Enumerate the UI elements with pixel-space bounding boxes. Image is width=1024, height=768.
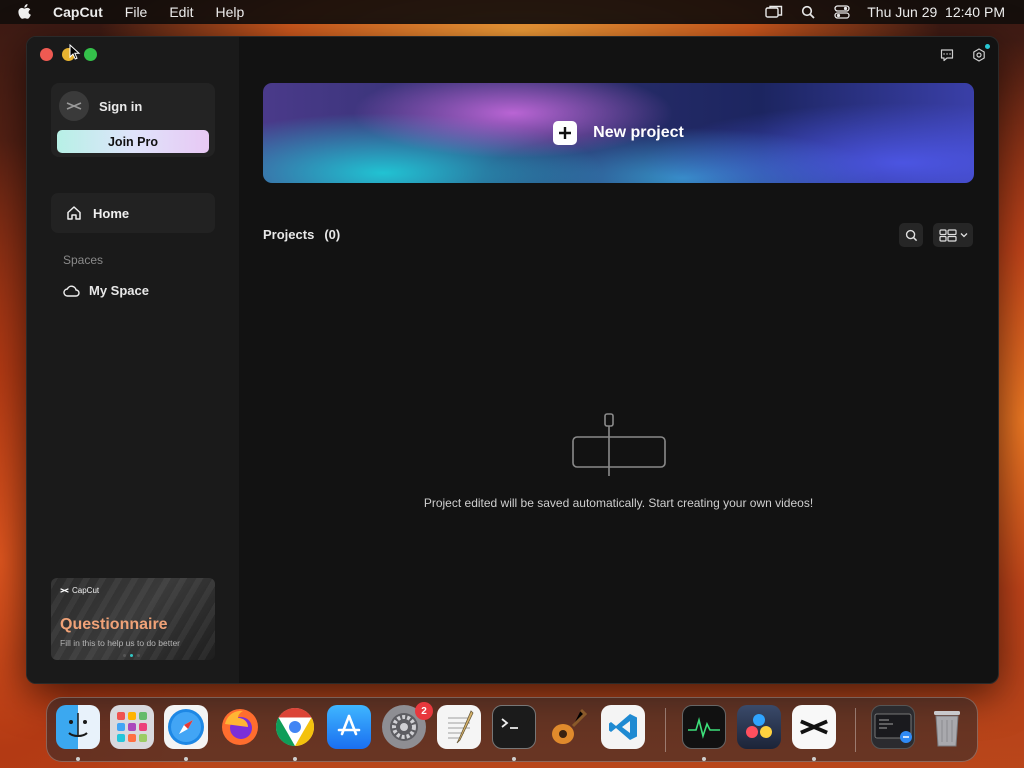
search-icon xyxy=(905,229,917,241)
help-menu[interactable]: Help xyxy=(215,4,244,20)
settings-gear-icon[interactable] xyxy=(972,44,990,62)
dock-launchpad[interactable] xyxy=(110,705,154,749)
apple-menu-icon[interactable] xyxy=(17,3,37,21)
dock-separator xyxy=(855,708,856,752)
new-project-label: New project xyxy=(593,124,684,141)
carousel-dot-active[interactable] xyxy=(130,654,133,657)
carousel-dot[interactable] xyxy=(137,654,140,657)
sidebar-item-label: My Space xyxy=(89,283,149,298)
menubar-clock[interactable]: Thu Jun 29 12:40 PM xyxy=(867,4,1005,20)
dock-davinci-resolve[interactable] xyxy=(737,705,781,749)
sidebar-item-label: Home xyxy=(93,205,130,221)
mouse-cursor-icon xyxy=(69,44,81,60)
dock: 2 xyxy=(46,697,978,762)
menu-bar: CapCut File Edit Help Thu Jun 29 12:40 P… xyxy=(0,0,1024,24)
notification-dot xyxy=(985,44,990,49)
chrome-icon xyxy=(275,707,315,747)
app-name-menu[interactable]: CapCut xyxy=(53,4,103,20)
carousel-dot[interactable] xyxy=(123,654,126,657)
finder-icon xyxy=(68,713,88,737)
running-indicator xyxy=(293,757,297,761)
chevron-down-icon xyxy=(960,233,967,238)
spaces-section-title: Spaces xyxy=(63,253,104,267)
sidebar: Sign in Join Pro Home Spaces My Space Ca… xyxy=(27,37,239,683)
sign-in-link[interactable]: Sign in xyxy=(99,99,142,114)
projects-count: (0) xyxy=(324,227,341,242)
screen-mirror-icon[interactable] xyxy=(765,4,783,20)
capcut-window: Sign in Join Pro Home Spaces My Space Ca… xyxy=(26,36,999,684)
search-projects-button[interactable] xyxy=(899,223,923,247)
dock-activity-monitor[interactable] xyxy=(682,705,726,749)
running-indicator xyxy=(702,757,706,761)
dock-app-store[interactable] xyxy=(327,705,371,749)
davinci-resolve-icon xyxy=(746,714,772,738)
projects-header: Projects (0) xyxy=(263,227,340,242)
capcut-icon xyxy=(800,719,828,735)
terminal-icon xyxy=(501,718,518,729)
dock-vscode[interactable] xyxy=(601,705,645,749)
edit-menu[interactable]: Edit xyxy=(169,4,193,20)
textedit-icon xyxy=(448,710,474,744)
account-card: Sign in Join Pro xyxy=(51,83,215,157)
grid-view-icon xyxy=(938,228,957,242)
dock-separator xyxy=(665,708,666,752)
close-window-button[interactable] xyxy=(40,48,53,61)
notification-badge: 2 xyxy=(415,702,433,720)
capcut-logo: CapCut xyxy=(60,586,99,595)
screenshot-thumbnail-icon xyxy=(874,713,912,743)
running-indicator xyxy=(812,757,816,761)
zoom-window-button[interactable] xyxy=(84,48,97,61)
spotlight-search-icon[interactable] xyxy=(799,4,817,20)
cloud-icon xyxy=(63,284,80,298)
running-indicator xyxy=(184,757,188,761)
empty-projects-message: Project edited will be saved automatical… xyxy=(423,496,814,510)
activity-monitor-icon xyxy=(688,716,720,739)
dock-terminal[interactable] xyxy=(492,705,536,749)
window-top-tools xyxy=(940,44,990,62)
projects-toolbar xyxy=(899,223,973,247)
plus-icon xyxy=(553,121,578,145)
sidebar-item-my-space[interactable]: My Space xyxy=(63,283,149,298)
dock-capcut[interactable] xyxy=(792,705,836,749)
dock-screenshot[interactable] xyxy=(871,705,915,749)
promo-title: Questionnaire xyxy=(60,616,168,633)
empty-projects-illustration xyxy=(571,413,667,477)
firefox-icon xyxy=(222,709,258,745)
projects-title: Projects xyxy=(263,227,315,242)
running-indicator xyxy=(76,757,80,761)
dock-firefox[interactable] xyxy=(218,705,262,749)
carousel-dots xyxy=(123,654,140,657)
dock-finder[interactable] xyxy=(56,705,100,749)
vscode-icon xyxy=(609,714,637,740)
safari-compass-icon xyxy=(168,709,204,745)
guitar-icon xyxy=(552,708,588,744)
questionnaire-banner[interactable]: CapCut Questionnaire Fill in this to hel… xyxy=(51,578,215,660)
promo-subtitle: Fill in this to help us to do better xyxy=(60,638,181,648)
sidebar-item-home[interactable]: Home xyxy=(51,193,215,233)
dock-safari[interactable] xyxy=(164,705,208,749)
dock-google-chrome[interactable] xyxy=(273,705,317,749)
view-mode-dropdown[interactable] xyxy=(933,223,973,247)
home-icon xyxy=(66,205,82,221)
feedback-icon[interactable] xyxy=(940,48,954,62)
file-menu[interactable]: File xyxy=(125,4,148,20)
dock-trash[interactable] xyxy=(925,705,969,749)
dock-textedit[interactable] xyxy=(437,705,481,749)
trash-icon xyxy=(934,711,960,747)
join-pro-button[interactable]: Join Pro xyxy=(57,130,209,153)
control-center-icon[interactable] xyxy=(833,4,851,20)
app-store-icon xyxy=(337,714,361,736)
running-indicator xyxy=(512,757,516,761)
avatar[interactable] xyxy=(59,91,89,121)
launchpad-icon xyxy=(117,712,147,742)
new-project-button[interactable]: New project xyxy=(263,83,974,183)
dock-garageband[interactable] xyxy=(546,705,590,749)
